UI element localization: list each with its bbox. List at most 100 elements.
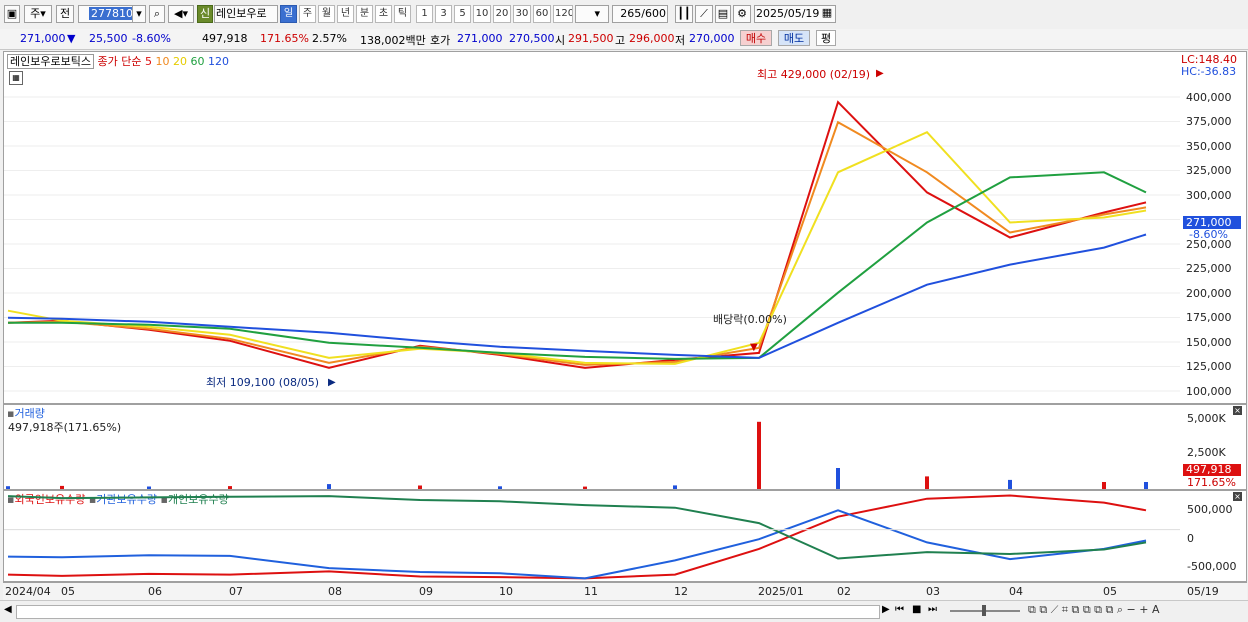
code-value: 277810: [89, 7, 135, 20]
calendar-icon[interactable]: ▦: [819, 5, 835, 23]
period-tick[interactable]: 틱: [394, 5, 411, 23]
x-tick: 08: [328, 585, 342, 598]
price-chart[interactable]: ▶ ▶ ▼: [4, 52, 1180, 403]
x-tick: 2024/04: [5, 585, 51, 598]
x-tick: 05: [61, 585, 75, 598]
rewind-icon[interactable]: ⏮: [895, 604, 904, 615]
high-annotation: 최고 429,000 (02/19): [757, 68, 871, 81]
volume-bar: [1008, 479, 1012, 489]
interval-dropdown[interactable]: ▾: [575, 5, 609, 23]
date-value: 2025/05/19: [756, 7, 820, 20]
count-field[interactable]: 265/600: [612, 5, 668, 23]
candle-icon[interactable]: ┃┃: [675, 5, 693, 23]
gear-icon[interactable]: ⚙: [733, 5, 751, 23]
interval-60[interactable]: 60: [533, 5, 551, 23]
y-tick: 325,000: [1186, 164, 1232, 177]
toolbar: ▣ 주▾ 전 277810 ▾ ⌕ ◀▾ 신 레인보우로 일 주 월 년 분 초…: [0, 0, 1248, 30]
market-label: 주: [30, 7, 41, 20]
scroll-track[interactable]: [16, 605, 880, 619]
hold-y-tick: 500,000: [1187, 503, 1233, 516]
volume-value: 497,918: [202, 32, 248, 45]
code-dropdown-icon[interactable]: ▾: [132, 5, 146, 23]
low-arrow-icon: ▶: [328, 377, 336, 388]
count-value: 265: [620, 7, 642, 20]
zoom-handle[interactable]: [982, 605, 986, 616]
interval-1[interactable]: 1: [416, 5, 433, 23]
y-tick: 400,000: [1186, 91, 1232, 104]
volume-ratio: 171.65%: [260, 32, 309, 45]
high-arrow-icon: ▶: [876, 68, 884, 79]
volume-bar: [757, 421, 761, 489]
series-line-60: [8, 171, 1147, 360]
hold-y-tick: 0: [1187, 532, 1194, 545]
volume-bar: [498, 486, 502, 489]
volume-bar: [925, 476, 929, 489]
eval-button[interactable]: 평: [816, 30, 836, 46]
low-price: 270,000: [689, 32, 735, 45]
buy-button[interactable]: 매수: [740, 30, 772, 46]
dividend-arrow-icon: ▼: [750, 342, 758, 353]
scroll-bar[interactable]: ◀ ▶ ⏮ ■ ⏭ ⧉ ⧉ ⟋ ⌗ ⧉ ⧉ ⧉ ⧉ ⌕ − + A: [0, 600, 1248, 622]
y-tick: 200,000: [1186, 287, 1232, 300]
price-change: 25,500: [89, 32, 128, 45]
scroll-left-icon[interactable]: ◀: [4, 604, 12, 615]
scroll-right-icon[interactable]: ▶: [882, 604, 890, 615]
y-tick: 300,000: [1186, 189, 1232, 202]
y-tick: 350,000: [1186, 140, 1232, 153]
low-label: 저: [675, 34, 686, 47]
x-axis: 2024/04 05 06 07 08 09 10 11 12 2025/01 …: [3, 582, 1247, 601]
high-label: 고: [615, 34, 626, 47]
sell-button[interactable]: 매도: [778, 30, 810, 46]
interval-120[interactable]: 120: [553, 5, 573, 23]
interval-10[interactable]: 10: [473, 5, 491, 23]
price-tag-pct: -8.60%: [1189, 228, 1228, 241]
period-second[interactable]: 초: [375, 5, 392, 23]
dividend-annotation: 배당락(0.00%): [713, 313, 787, 326]
period-month[interactable]: 월: [318, 5, 335, 23]
quote-bar: 271,000 ▼ 25,500 -8.60% 497,918 171.65% …: [0, 29, 1248, 50]
volume-chart[interactable]: [4, 405, 1180, 489]
period-week[interactable]: 주: [299, 5, 316, 23]
low-annotation: 최저 109,100 (08/05): [206, 376, 320, 389]
interval-20[interactable]: 20: [493, 5, 511, 23]
holding-chart[interactable]: [4, 491, 1180, 581]
hold-y-tick: -500,000: [1187, 560, 1237, 573]
period-year[interactable]: 년: [337, 5, 354, 23]
count-total: /600: [641, 7, 666, 20]
window-menu-icon[interactable]: ▣: [4, 5, 20, 23]
search-icon[interactable]: ⌕: [149, 5, 165, 23]
y-tick: 100,000: [1186, 385, 1232, 398]
change-percent: -8.60%: [132, 32, 171, 45]
prev-button[interactable]: 전: [56, 5, 74, 23]
x-tick: 2025/01: [758, 585, 804, 598]
forward-icon[interactable]: ⏭: [928, 604, 937, 615]
y-tick: 175,000: [1186, 311, 1232, 324]
close-icon[interactable]: ×: [1233, 492, 1242, 501]
save-icon[interactable]: ▤: [715, 5, 731, 23]
interval-3[interactable]: 3: [435, 5, 452, 23]
line-tool-icon[interactable]: ⟋: [695, 5, 713, 23]
sound-icon[interactable]: ◀▾: [168, 5, 194, 23]
series-line-20: [7, 130, 1147, 365]
volume-bar: [228, 486, 232, 489]
market-select[interactable]: 주▾: [24, 5, 52, 23]
interval-30[interactable]: 30: [513, 5, 531, 23]
period-day[interactable]: 일: [280, 5, 297, 23]
stop-icon[interactable]: ■: [912, 604, 921, 615]
volume-bar: [327, 484, 331, 489]
series-line-120: [7, 233, 1147, 359]
close-icon[interactable]: ×: [1233, 406, 1242, 415]
hc-label: HC:-36.83: [1181, 65, 1237, 78]
x-tick: 05: [1103, 585, 1117, 598]
chart-tools-icon[interactable]: ⧉ ⧉ ⟋ ⌗ ⧉ ⧉ ⧉ ⧉ ⌕ − + A: [1028, 603, 1160, 617]
x-tick: 11: [584, 585, 598, 598]
volume-bar: [836, 468, 840, 489]
volume-bar: [1102, 482, 1106, 489]
x-tick: 03: [926, 585, 940, 598]
stock-name[interactable]: 레인보우로: [214, 5, 278, 23]
series-line-기관보유수량: [7, 509, 1147, 580]
period-minute[interactable]: 분: [356, 5, 373, 23]
y-tick: 150,000: [1186, 336, 1232, 349]
interval-5[interactable]: 5: [454, 5, 471, 23]
volume-bar: [418, 485, 422, 489]
